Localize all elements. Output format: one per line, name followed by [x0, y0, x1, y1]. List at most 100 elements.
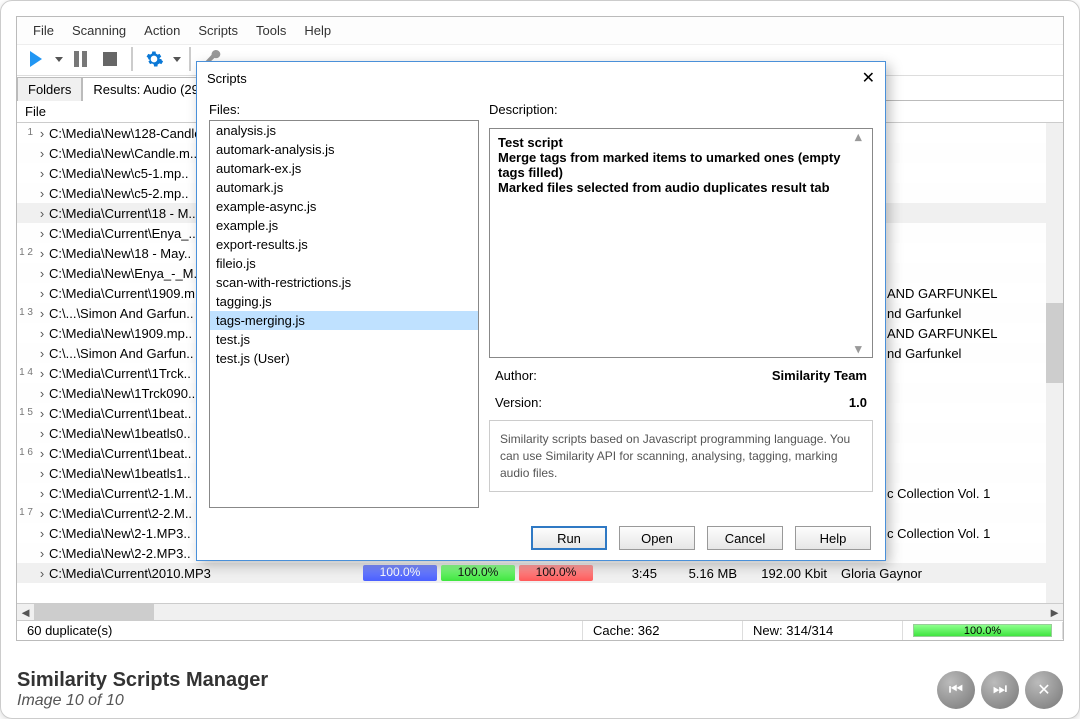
author-row: Author: Similarity Team	[489, 366, 873, 385]
dialog-right-pane: Description: Test scriptMerge tags from …	[489, 102, 873, 508]
footer-text: Similarity Scripts Manager Image 10 of 1…	[17, 669, 268, 710]
footer-counter: Image 10 of 10	[17, 692, 268, 710]
dialog-body: Files: analysis.jsautomark-analysis.jsau…	[197, 94, 885, 516]
settings-dropdown-icon[interactable]	[173, 57, 181, 62]
dialog-title: Scripts	[207, 71, 247, 86]
pause-button[interactable]	[67, 47, 93, 71]
author-value: Similarity Team	[772, 368, 867, 383]
expand-icon[interactable]: ›	[35, 206, 49, 221]
expand-icon[interactable]: ›	[35, 506, 49, 521]
expand-icon[interactable]: ›	[35, 406, 49, 421]
expand-icon[interactable]: ›	[35, 486, 49, 501]
dialog-left-pane: Files: analysis.jsautomark-analysis.jsau…	[209, 102, 479, 508]
open-button[interactable]: Open	[619, 526, 695, 550]
file-path: C:\Media\Current\2010.MP3	[49, 566, 363, 581]
script-list-item[interactable]: example.js	[210, 216, 478, 235]
tab-results[interactable]: Results: Audio (29)	[82, 77, 214, 101]
expand-icon[interactable]: ›	[35, 166, 49, 181]
vertical-scrollbar[interactable]	[1046, 123, 1063, 603]
expand-icon[interactable]: ›	[35, 146, 49, 161]
expand-icon[interactable]: ›	[35, 366, 49, 381]
toolbar-separator	[189, 47, 191, 71]
expand-icon[interactable]: ›	[35, 566, 49, 581]
cancel-button[interactable]: Cancel	[707, 526, 783, 550]
scroll-left-icon[interactable]: ◄	[17, 604, 34, 620]
expand-icon[interactable]: ›	[35, 526, 49, 541]
expand-icon[interactable]: ›	[35, 326, 49, 341]
table-row[interactable]: ›C:\Media\Current\2010.MP3100.0%100.0%10…	[17, 563, 1063, 583]
script-list-item[interactable]: export-results.js	[210, 235, 478, 254]
scroll-right-icon[interactable]: ►	[1046, 604, 1063, 620]
expand-icon[interactable]: ›	[35, 466, 49, 481]
tab-folders[interactable]: Folders	[17, 77, 82, 101]
run-button[interactable]: Run	[531, 526, 607, 550]
desc-scrollbar[interactable]: ▴▾	[855, 129, 872, 357]
expand-icon[interactable]: ›	[35, 246, 49, 261]
play-button[interactable]	[23, 47, 49, 71]
version-label: Version:	[495, 395, 542, 410]
expand-icon[interactable]: ›	[35, 186, 49, 201]
gear-icon	[144, 49, 164, 69]
script-list-item[interactable]: analysis.js	[210, 121, 478, 140]
script-list-item[interactable]: test.js (User)	[210, 349, 478, 368]
help-button[interactable]: Help	[795, 526, 871, 550]
next-button[interactable]: ⏭	[981, 671, 1019, 709]
script-list-item[interactable]: test.js	[210, 330, 478, 349]
status-duplicates: 60 duplicate(s)	[17, 621, 583, 640]
menubar: FileScanningActionScriptsToolsHelp	[17, 17, 1063, 45]
author-label: Author:	[495, 368, 537, 383]
status-new: New: 314/314	[743, 621, 903, 640]
expand-icon[interactable]: ›	[35, 266, 49, 281]
expand-icon[interactable]: ›	[35, 346, 49, 361]
files-label: Files:	[209, 102, 479, 117]
version-row: Version: 1.0	[489, 393, 873, 412]
menu-tools[interactable]: Tools	[248, 21, 294, 40]
dialog-buttons: Run Open Cancel Help	[197, 516, 885, 560]
script-list-item[interactable]: automark-analysis.js	[210, 140, 478, 159]
description-label: Description:	[489, 102, 873, 117]
description-text: Test scriptMerge tags from marked items …	[498, 135, 864, 195]
menu-scripts[interactable]: Scripts	[190, 21, 246, 40]
expand-icon[interactable]: ›	[35, 426, 49, 441]
close-button[interactable]: ✕	[862, 68, 875, 88]
footer-buttons: ⏮ ⏭ ✕	[937, 671, 1063, 709]
expand-icon[interactable]: ›	[35, 126, 49, 141]
lightbox-footer: Similarity Scripts Manager Image 10 of 1…	[17, 669, 1063, 710]
script-list-item[interactable]: tags-merging.js	[210, 311, 478, 330]
expand-icon[interactable]: ›	[35, 226, 49, 241]
footer-title: Similarity Scripts Manager	[17, 669, 268, 692]
stop-button[interactable]	[97, 47, 123, 71]
dialog-titlebar[interactable]: Scripts ✕	[197, 62, 885, 94]
expand-icon[interactable]: ›	[35, 386, 49, 401]
expand-icon[interactable]: ›	[35, 306, 49, 321]
script-list-item[interactable]: tagging.js	[210, 292, 478, 311]
menu-scanning[interactable]: Scanning	[64, 21, 134, 40]
status-progress: 100.0%	[903, 622, 1063, 639]
expand-icon[interactable]: ›	[35, 446, 49, 461]
script-list-item[interactable]: automark-ex.js	[210, 159, 478, 178]
settings-button[interactable]	[141, 47, 167, 71]
description-box: Test scriptMerge tags from marked items …	[489, 128, 873, 358]
status-cache: Cache: 362	[583, 621, 743, 640]
horizontal-scrollbar[interactable]: ◄ ►	[17, 603, 1063, 620]
status-bar: 60 duplicate(s) Cache: 362 New: 314/314 …	[17, 620, 1063, 640]
prev-button[interactable]: ⏮	[937, 671, 975, 709]
menu-action[interactable]: Action	[136, 21, 188, 40]
toolbar-separator	[131, 47, 133, 71]
dialog-note: Similarity scripts based on Javascript p…	[489, 420, 873, 492]
scroll-thumb[interactable]	[34, 604, 154, 620]
script-list-item[interactable]: scan-with-restrictions.js	[210, 273, 478, 292]
menu-file[interactable]: File	[25, 21, 62, 40]
scroll-thumb[interactable]	[1046, 303, 1063, 383]
lightbox-frame: FileScanningActionScriptsToolsHelp Folde…	[0, 0, 1080, 719]
version-value: 1.0	[849, 395, 867, 410]
scripts-listbox[interactable]: analysis.jsautomark-analysis.jsautomark-…	[209, 120, 479, 508]
script-list-item[interactable]: example-async.js	[210, 197, 478, 216]
expand-icon[interactable]: ›	[35, 546, 49, 561]
script-list-item[interactable]: automark.js	[210, 178, 478, 197]
script-list-item[interactable]: fileio.js	[210, 254, 478, 273]
menu-help[interactable]: Help	[296, 21, 339, 40]
play-dropdown-icon[interactable]	[55, 57, 63, 62]
expand-icon[interactable]: ›	[35, 286, 49, 301]
close-lightbox-button[interactable]: ✕	[1025, 671, 1063, 709]
